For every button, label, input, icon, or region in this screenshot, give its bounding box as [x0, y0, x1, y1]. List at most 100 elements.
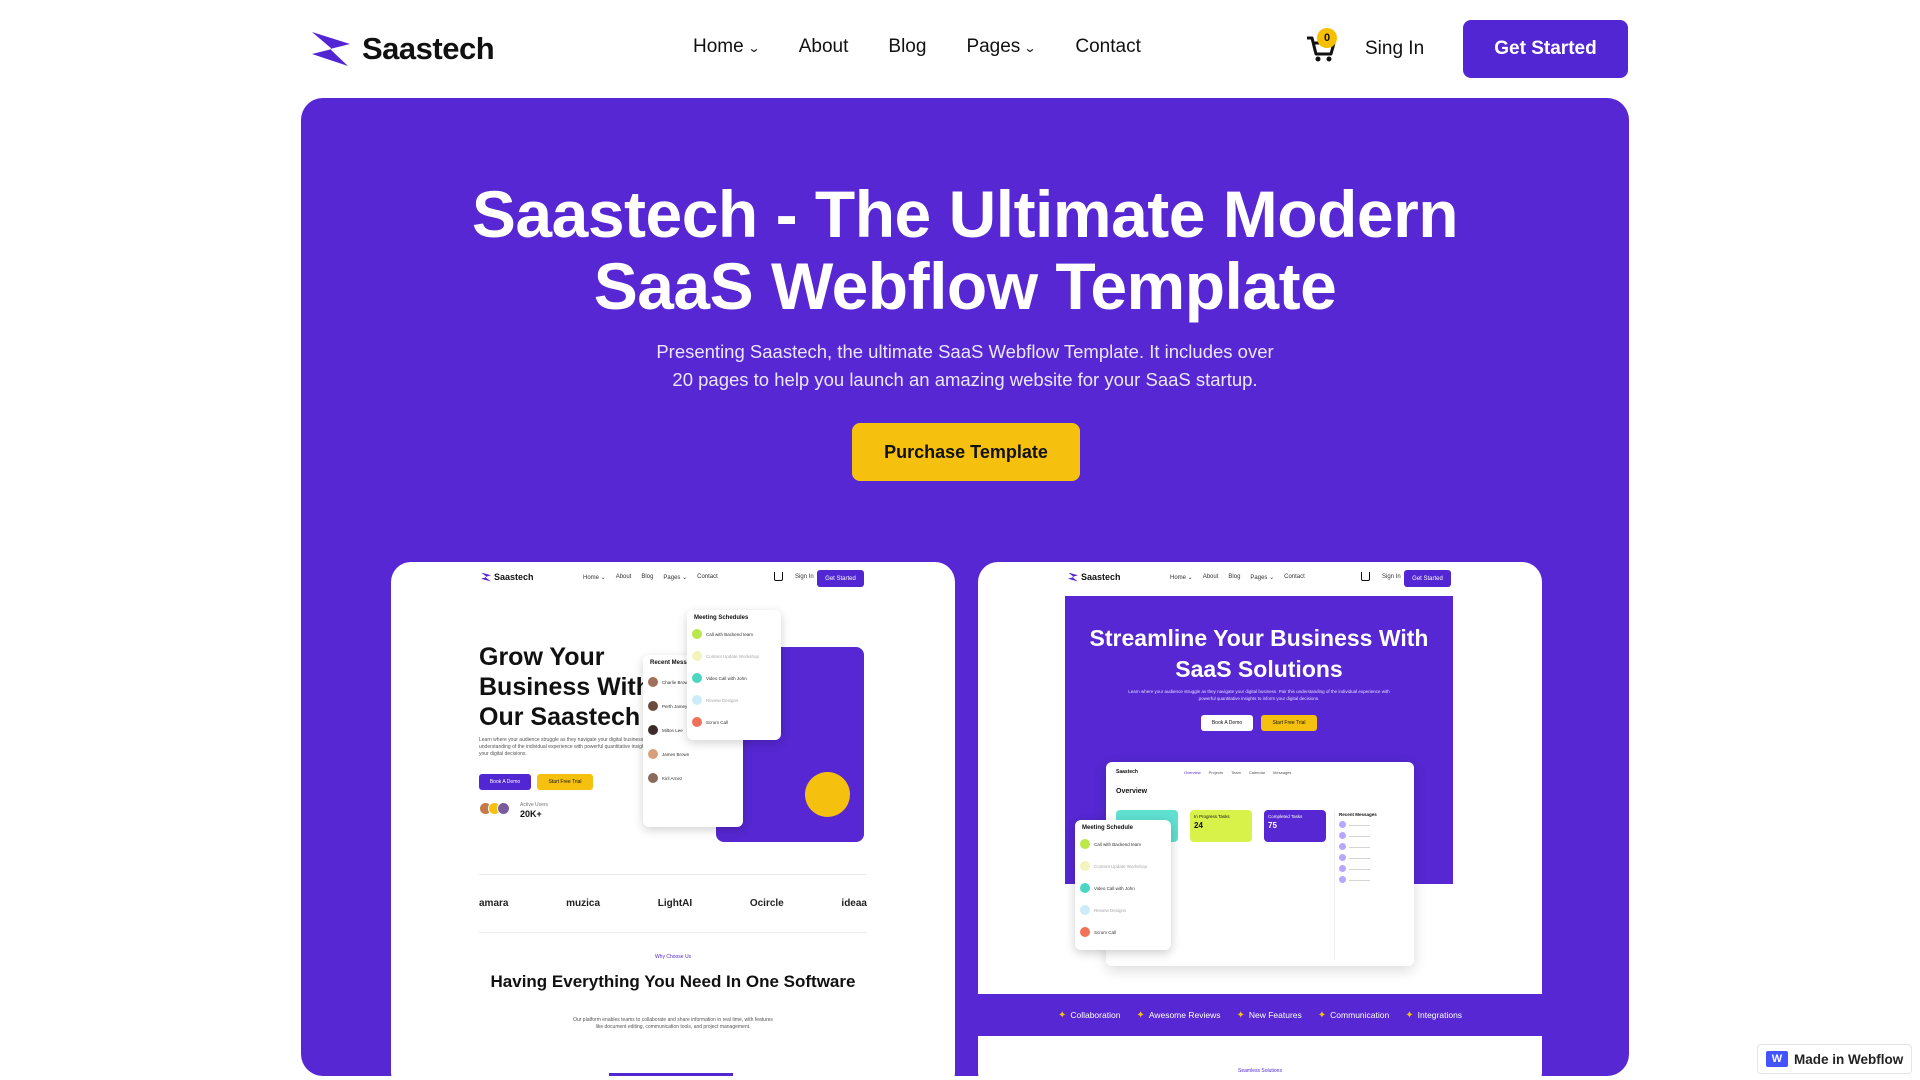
stat-value: 75: [1268, 821, 1277, 830]
preview-menu-item: Blog: [1228, 574, 1241, 580]
sparkle-icon: ✦: [1136, 1009, 1145, 1021]
hero-title: Saastech - The Ultimate Modern SaaS Webf…: [301, 178, 1629, 322]
feature-item: ✦ Awesome Reviews: [1136, 1010, 1220, 1021]
preview-menu: Home ⌄ About Blog Pages ⌄ Contact: [1170, 574, 1305, 581]
site-logo[interactable]: Saastech: [310, 30, 495, 68]
hero-section: Saastech - The Ultimate Modern SaaS Webf…: [301, 98, 1629, 1076]
message-name: Perth Jamey: [662, 703, 688, 709]
avatar: [648, 725, 658, 735]
hero-subtitle-line1: Presenting Saastech, the ultimate SaaS W…: [656, 341, 1274, 362]
message-name: Milton Lee: [662, 727, 683, 733]
feature-item: ✦ Communication: [1318, 1010, 1389, 1021]
brand-logos: amara muzica LightAI Ocircle ideaa: [479, 898, 867, 909]
schedule-row: Call with Backend team: [1080, 835, 1166, 853]
preview-book-demo-button: Book A Demo: [479, 774, 531, 790]
sign-in-link[interactable]: Sing In: [1365, 38, 1424, 60]
preview-menu-item: Pages ⌄: [1250, 575, 1275, 581]
schedule-item: Review Designs: [706, 697, 739, 703]
preview-menu-item: Pages ⌄: [663, 575, 688, 581]
stat-label: In Progress Tasks: [1194, 814, 1230, 819]
preview-menu-item: About: [1202, 574, 1219, 580]
schedule-item: Content Update Workshop: [706, 653, 759, 659]
menu-item-blog[interactable]: Blog: [888, 36, 926, 58]
menu-label: Home: [693, 36, 744, 57]
preview-menu: Home ⌄ About Blog Pages ⌄ Contact: [583, 574, 718, 581]
lightning-logo-icon: [481, 572, 491, 582]
feature-label: New Features: [1248, 1010, 1302, 1020]
schedule-item: Call with Backend team: [1094, 841, 1142, 847]
why-choose-label: Why Choose Us: [654, 954, 692, 960]
menu-label: About: [798, 36, 849, 57]
schedule-item: Video Call with John: [1094, 885, 1135, 891]
schedule-row: Scrum Call: [692, 713, 776, 731]
hero-subtitle: Presenting Saastech, the ultimate SaaS W…: [611, 338, 1319, 394]
sparkle-icon: ✦: [1405, 1009, 1414, 1021]
template-preview-home[interactable]: Saastech Home ⌄ About Blog Pages ⌄ Conta…: [391, 562, 955, 1076]
rotating-badge: [805, 772, 850, 817]
dashboard-tab: Overview: [1184, 770, 1201, 775]
menu-item-contact[interactable]: Contact: [1075, 36, 1140, 58]
schedule-item: Scrum Call: [1094, 929, 1117, 935]
purchase-template-button[interactable]: Purchase Template: [852, 423, 1080, 481]
preview-navbar: Saastech Home ⌄ About Blog Pages ⌄ Conta…: [391, 562, 955, 598]
feature-item: ✦ New Features: [1236, 1010, 1301, 1021]
preview-hero-title: Streamline Your Business With SaaS Solut…: [1089, 625, 1429, 682]
avatar: [1339, 832, 1346, 839]
schedule-title: Meeting Schedule: [1082, 825, 1134, 831]
hero-subtitle-line2: 20 pages to help you launch an amazing w…: [672, 369, 1258, 390]
divider: [479, 874, 867, 875]
menu-item-pages[interactable]: Pages ⌄: [966, 36, 1036, 58]
schedule-row: Video Call with John: [1080, 879, 1166, 897]
features-bar: ✦ Collaboration ✦ Awesome Reviews ✦ New Fea…: [978, 994, 1542, 1036]
schedule-row: Content Update Workshop: [1080, 857, 1166, 875]
dashboard-logo: Saastech: [1116, 769, 1138, 775]
schedule-item: Content Update Workshop: [1094, 863, 1147, 869]
dashboard-tab: Messages: [1273, 770, 1292, 775]
get-started-button[interactable]: Get Started: [1463, 20, 1628, 78]
badge-label: Made in Webflow: [1794, 1051, 1904, 1067]
dashboard-tab: Team: [1231, 770, 1241, 775]
menu-item-about[interactable]: About: [799, 36, 849, 58]
video-icon: [692, 673, 702, 683]
sparkle-icon: ✦: [1236, 1009, 1245, 1021]
stat-card-completed: Completed Tasks 75: [1264, 810, 1326, 842]
recent-messages-panel: Recent Messages —————— —————— —————— ———…: [1334, 810, 1406, 960]
schedule-row: Call with Backend team: [692, 625, 776, 643]
stat-card-in-progress: In Progress Tasks 24: [1190, 810, 1252, 842]
phone-icon: [1080, 861, 1090, 871]
feature-label: Integrations: [1417, 1010, 1463, 1020]
brand-logo: amara: [479, 898, 509, 909]
brand-logo: ideaa: [841, 898, 867, 909]
message-row: ——————: [1339, 854, 1406, 861]
message-row: ——————: [1339, 876, 1406, 883]
phone-icon: [692, 695, 702, 705]
dashboard-tabs: Overview Projects Team Calendar Messages: [1184, 770, 1291, 775]
brand-logo: muzica: [566, 898, 601, 909]
preview-get-started: Get Started: [1404, 570, 1451, 587]
preview-book-demo-button: Book A Demo: [1201, 715, 1253, 731]
seamless-solutions-label: Seamless Solutions: [1238, 1068, 1282, 1074]
message-row: Kiril Arnez: [648, 769, 738, 787]
made-in-webflow-badge[interactable]: W Made in Webflow: [1757, 1044, 1912, 1074]
cart-icon: [774, 572, 783, 581]
dashboard-tab: Projects: [1208, 770, 1224, 775]
cart-count-badge: 0: [1317, 28, 1337, 48]
logo-text: Saastech: [362, 31, 495, 66]
schedule-item: Call with Backend team: [706, 631, 754, 637]
avatar: [648, 773, 658, 783]
preview-sign-in: Sign In: [1382, 574, 1401, 580]
section-title: Having Everything You Need In One Softwa…: [490, 972, 856, 991]
preview-logo-text: Saastech: [1081, 572, 1121, 582]
avatar: [1339, 865, 1346, 872]
message-name: James Brown: [662, 751, 690, 757]
message-row: James Brown: [648, 745, 738, 763]
template-preview-home-2[interactable]: Saastech Home ⌄ About Blog Pages ⌄ Conta…: [978, 562, 1542, 1076]
avatar: [1339, 821, 1346, 828]
menu-label: Blog: [888, 36, 927, 57]
schedule-item: Video Call with John: [706, 675, 747, 681]
feature-label: Awesome Reviews: [1148, 1010, 1221, 1020]
menu-item-home[interactable]: Home ⌄: [693, 36, 760, 58]
feature-label: Collaboration: [1070, 1010, 1121, 1020]
preview-logo: Saastech: [481, 572, 534, 582]
tab-strip: [609, 1073, 733, 1076]
